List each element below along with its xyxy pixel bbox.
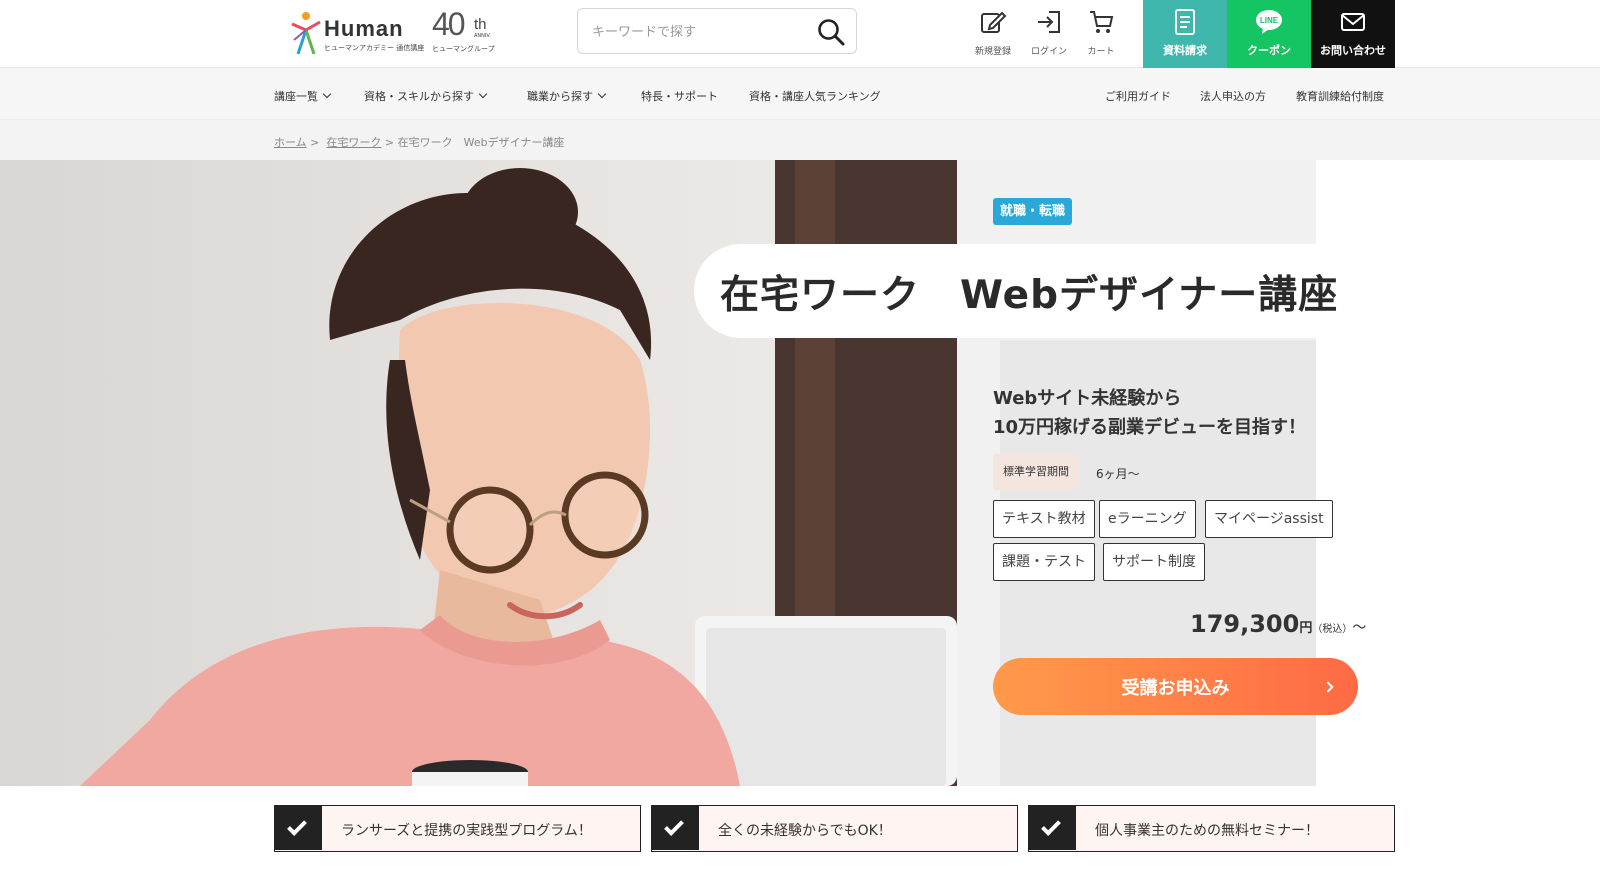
logo-wordmark: Human: [324, 16, 404, 41]
register-label: 新規登録: [974, 47, 1011, 57]
course-title-banner: 在宅ワーク Webデザイナー講座: [694, 244, 1354, 338]
course-title: 在宅ワーク Webデザイナー講座: [720, 273, 1339, 318]
checkmark-icon: [1029, 806, 1076, 850]
cart-label: カート: [1087, 47, 1115, 57]
search-input[interactable]: [592, 19, 802, 45]
checkmark-icon: [275, 806, 322, 850]
global-nav: 講座一覧 資格・スキルから探す 職業から探す 特長・サポート 資格・講座人気ラン…: [0, 68, 1600, 120]
nav-course-list-label: 講座一覧: [274, 90, 318, 103]
selling-point: ランサーズと提携の実践型プログラム！: [274, 805, 641, 852]
cart-icon: [1090, 11, 1114, 33]
login-link[interactable]: ログイン: [1022, 6, 1076, 60]
nav-training-benefit[interactable]: 教育訓練給付制度: [1296, 88, 1384, 104]
coupon-label: クーポン: [1247, 44, 1291, 57]
breadcrumb-separator: >: [310, 136, 320, 149]
search-icon: [818, 19, 845, 46]
course-hero: 就職・転職 在宅ワーク Webデザイナー講座 Webサイト未経験から 10万円稼…: [0, 160, 1600, 786]
nav-search-by-skill-label: 資格・スキルから探す: [364, 90, 474, 103]
chevron-down-icon: [597, 89, 607, 99]
price-unit: 円: [1299, 621, 1313, 636]
site-header: Human ヒューマンアカデミー 通信講座 40 th ANNIV. ヒューマン…: [0, 0, 1600, 68]
apply-button-label: 受講お申込み: [1121, 678, 1230, 699]
logo-subtitle: ヒューマンアカデミー 通信講座: [324, 44, 425, 52]
site-logo[interactable]: Human ヒューマンアカデミー 通信講座 40 th ANNIV. ヒューマン…: [288, 6, 518, 58]
document-icon: [1175, 9, 1195, 35]
mail-icon: [1341, 13, 1365, 31]
price-tax-note: （税込）: [1312, 624, 1353, 635]
line-logo-text: LINE: [1260, 16, 1279, 25]
nav-search-by-job-label: 職業から探す: [527, 90, 593, 103]
chevron-down-icon: [322, 89, 332, 99]
contact-button[interactable]: お問い合わせ: [1311, 0, 1395, 68]
feature-tag: サポート制度: [1103, 543, 1205, 581]
nav-search-by-job[interactable]: 職業から探す: [527, 88, 607, 104]
selling-point-text: 全くの未経験からでもOK！: [718, 823, 892, 839]
nav-ranking[interactable]: 資格・講座人気ランキング: [749, 88, 881, 104]
category-badge: 就職・転職: [993, 198, 1073, 225]
anniversary-suffix: th: [474, 16, 487, 33]
request-documents-button[interactable]: 資料請求: [1143, 0, 1227, 68]
anniversary-mark: 40 th ANNIV. ヒューマングループ: [432, 6, 522, 58]
feature-tag: マイページassist: [1205, 500, 1333, 538]
cart-link[interactable]: カート: [1074, 6, 1128, 60]
nav-corporate[interactable]: 法人申込の方: [1200, 88, 1266, 104]
feature-tag: eラーニング: [1099, 500, 1196, 538]
course-price: 179,300円（税込）〜: [1190, 610, 1366, 638]
login-icon: [1038, 11, 1060, 33]
nav-usage-guide[interactable]: ご利用ガイド: [1105, 88, 1171, 104]
request-documents-label: 資料請求: [1163, 44, 1207, 57]
contact-label: お問い合わせ: [1320, 44, 1386, 57]
anniversary-small-text: ANNIV.: [474, 33, 491, 39]
chevron-down-icon: [478, 89, 488, 99]
human-figure-logo-icon: [291, 12, 321, 55]
study-period-value: 6ヶ月〜: [1096, 467, 1140, 481]
price-amount: 179,300: [1190, 610, 1300, 638]
nav-course-list[interactable]: 講座一覧: [274, 88, 332, 104]
breadcrumb-category-link[interactable]: 在宅ワーク: [326, 136, 381, 149]
feature-tag: 課題・テスト: [993, 543, 1095, 581]
keyword-search: [577, 8, 857, 54]
login-label: ログイン: [1030, 47, 1067, 57]
nav-search-by-skill[interactable]: 資格・スキルから探す: [364, 88, 488, 104]
checkmark-icon: [652, 806, 699, 850]
breadcrumb: ホーム > 在宅ワーク > 在宅ワーク Webデザイナー講座: [0, 120, 1600, 160]
selling-point-text: ランサーズと提携の実践型プログラム！: [341, 823, 592, 839]
feature-tag: テキスト教材: [993, 500, 1095, 538]
selling-point: 個人事業主のための無料セミナー！: [1028, 805, 1395, 852]
apply-button[interactable]: 受講お申込み: [993, 658, 1358, 715]
course-lead: Webサイト未経験から 10万円稼げる副業デビューを目指す！: [993, 388, 1307, 438]
study-period-label: 標準学習期間: [993, 454, 1079, 490]
search-button[interactable]: [816, 17, 846, 47]
nav-features-support[interactable]: 特長・サポート: [641, 88, 718, 104]
selling-point: 全くの未経験からでもOK！: [651, 805, 1018, 852]
selling-point-text: 個人事業主のための無料セミナー！: [1095, 823, 1319, 839]
anniversary-number: 40: [432, 6, 466, 42]
group-name: ヒューマングループ: [432, 45, 495, 53]
register-link[interactable]: 新規登録: [966, 6, 1020, 60]
price-suffix: 〜: [1352, 620, 1367, 636]
breadcrumb-trail: ホーム > 在宅ワーク > 在宅ワーク Webデザイナー講座: [274, 134, 564, 150]
line-icon: LINE: [1256, 10, 1282, 34]
breadcrumb-current: > 在宅ワーク Webデザイナー講座: [384, 136, 565, 149]
pencil-icon: [981, 11, 1007, 33]
line-coupon-button[interactable]: LINE クーポン: [1227, 0, 1311, 68]
breadcrumb-home-link[interactable]: ホーム: [274, 136, 307, 149]
